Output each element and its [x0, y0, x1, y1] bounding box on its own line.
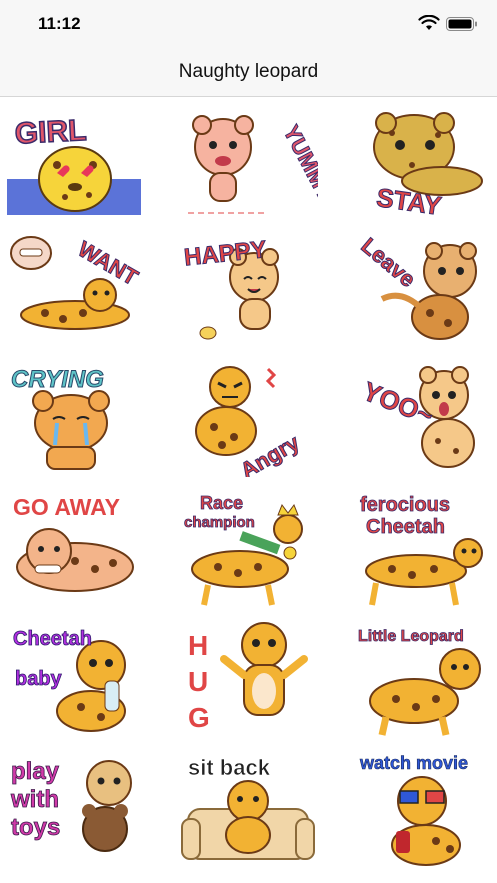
leopard-bone-dream-icon: WANT: [10, 236, 143, 330]
sticker-label: Leave: [357, 233, 421, 292]
leopard-hug-icon: H U G: [188, 622, 308, 733]
sticker-label: G: [188, 702, 210, 733]
sticker-watch-movie[interactable]: watch movie: [352, 749, 492, 869]
leopard-bone-lying-icon: GO AWAY: [13, 494, 134, 592]
sticker-ferocious-cheetah[interactable]: ferocious Cheetah: [352, 489, 492, 609]
status-bar: 11:12: [0, 0, 497, 48]
sticker-crying[interactable]: CRYING: [5, 357, 145, 477]
sticker-label: watch movie: [359, 753, 468, 773]
sticker-label: with: [10, 786, 59, 813]
nav-bar: Naughty leopard: [0, 48, 497, 97]
leopard-angry-icon: Angry: [195, 366, 305, 477]
sticker-label: U: [188, 666, 208, 697]
sticker-label: GIRL: [14, 114, 87, 151]
sticker-leave[interactable]: Leave: [352, 229, 492, 349]
sticker-label: play: [11, 758, 60, 785]
sticker-girl[interactable]: GIRL: [5, 105, 145, 225]
wifi-icon: [418, 15, 440, 30]
sticker-angry[interactable]: Angry: [178, 357, 318, 477]
leopard-licking-icon: YUMMY: [188, 115, 318, 214]
sticker-label: baby: [15, 668, 63, 690]
sticker-label: H: [188, 630, 208, 661]
leopard-teddy-icon: play with toys: [10, 758, 132, 852]
leopard-sofa-icon: sit back: [181, 755, 315, 860]
leopard-3d-glasses-icon: watch movie: [359, 753, 468, 866]
sticker-label: sit back: [188, 755, 271, 780]
sticker-label: GO AWAY: [13, 494, 120, 520]
leopard-standing-icon: Little Leopard: [358, 628, 481, 736]
sticker-sit-back[interactable]: sit back: [178, 749, 318, 869]
sticker-yoo[interactable]: YOO~: [352, 357, 492, 477]
leopard-baby-bottle-icon: Cheetah baby: [13, 628, 126, 732]
sticker-stay[interactable]: STAY: [352, 105, 492, 225]
sticker-label: ferocious: [360, 494, 450, 516]
leopard-hearts-icon: GIRL: [7, 113, 141, 215]
sticker-label: Little Leopard: [358, 628, 464, 645]
sticker-race-champion[interactable]: Race champion: [178, 489, 318, 609]
leopard-lying-icon: STAY: [373, 112, 483, 221]
leopard-dancing-icon: HAPPY: [182, 236, 279, 340]
sticker-grid: GIRL YUMMY STAY WANT HAPPY Leave CRYING …: [0, 97, 497, 883]
status-time: 11:12: [38, 14, 81, 33]
sticker-cheetah-baby[interactable]: Cheetah baby: [5, 619, 145, 739]
sticker-happy[interactable]: HAPPY: [178, 229, 318, 349]
sticker-yummy[interactable]: YUMMY: [178, 105, 318, 225]
sticker-want[interactable]: WANT: [5, 229, 145, 349]
leopard-walking-away-icon: Leave: [356, 232, 477, 340]
sticker-label: toys: [11, 814, 60, 841]
sticker-little-leopard[interactable]: Little Leopard: [352, 619, 492, 739]
sticker-label: champion: [184, 514, 255, 531]
leopard-crying-icon: CRYING: [11, 366, 110, 470]
sticker-hug[interactable]: H U G: [178, 619, 318, 739]
sticker-go-away[interactable]: GO AWAY: [5, 489, 145, 609]
sticker-label: YUMMY: [278, 121, 318, 205]
page-title: Naughty leopard: [178, 61, 319, 82]
sticker-label: CRYING: [11, 366, 104, 393]
sticker-play-with-toys[interactable]: play with toys: [5, 749, 145, 869]
leopard-surprised-icon: YOO~: [358, 366, 475, 468]
sticker-label: Cheetah: [13, 628, 92, 650]
leopard-prowling-icon: ferocious Cheetah: [360, 494, 483, 606]
sticker-label: Cheetah: [366, 516, 445, 538]
sticker-label: Race: [200, 493, 243, 513]
leopard-crown-icon: Race champion: [184, 493, 303, 606]
battery-icon: [446, 17, 477, 31]
